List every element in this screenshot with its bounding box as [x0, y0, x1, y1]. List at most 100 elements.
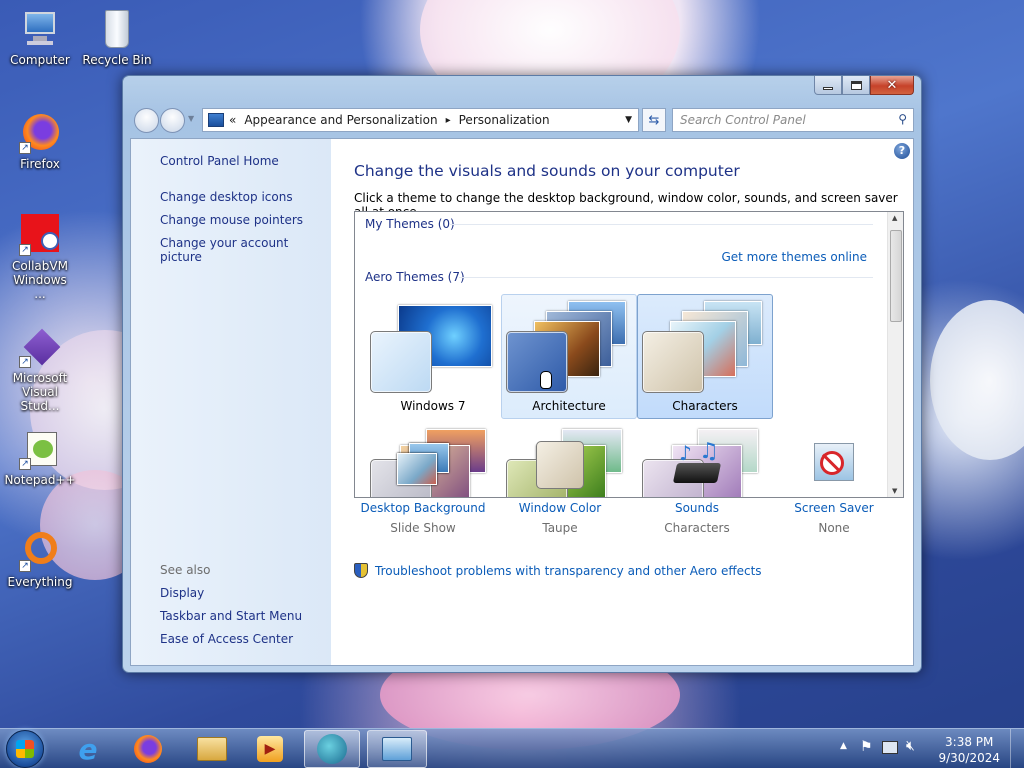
see-also-header: See also	[160, 563, 211, 577]
refresh-button[interactable]: ⇆	[642, 108, 666, 132]
shortcut-arrow-icon: ↗	[19, 356, 31, 368]
main-pane: ? Change the visuals and sounds on your …	[331, 139, 913, 665]
visual-studio-icon: ↗	[19, 326, 61, 368]
aero-themes-header[interactable]: Aero Themes (7)	[365, 270, 465, 284]
desktop-icon-everything[interactable]: ↗ Everything	[0, 530, 80, 589]
window-color-option[interactable]: Window Color Taupe	[490, 441, 630, 535]
option-label[interactable]: Sounds	[627, 501, 767, 515]
desktop-icon-label: Recycle Bin	[82, 53, 152, 67]
navigation-bar: ▼ « Appearance and Personalization ▸ Per…	[131, 106, 914, 134]
show-desktop-button[interactable]	[1010, 729, 1024, 768]
shortcut-arrow-icon: ↗	[19, 142, 31, 154]
minimize-button[interactable]	[814, 76, 842, 95]
troubleshoot-label[interactable]: Troubleshoot problems with transparency …	[375, 564, 762, 578]
scroll-up-icon[interactable]: ▲	[892, 214, 897, 222]
window-content: Control Panel Home Change desktop icons …	[130, 138, 914, 666]
display-link[interactable]: Display	[160, 586, 204, 600]
address-bar[interactable]: « Appearance and Personalization ▸ Perso…	[202, 108, 639, 132]
breadcrumb-appearance[interactable]: Appearance and Personalization	[244, 113, 437, 127]
taskbar-internet-explorer[interactable]: e	[60, 730, 116, 768]
sounds-option[interactable]: ♪ ♫ Sounds Characters	[627, 439, 767, 535]
option-label[interactable]: Desktop Background	[353, 501, 493, 515]
desktop-background-option[interactable]: Desktop Background Slide Show	[353, 441, 493, 535]
option-label[interactable]: Screen Saver	[764, 501, 904, 515]
search-placeholder: Search Control Panel	[680, 113, 806, 127]
taskbar-control-panel[interactable]	[367, 730, 427, 768]
recent-pages-dropdown[interactable]: ▼	[188, 114, 194, 123]
personalization-window: ✕ ▼ « Appearance and Personalization ▸ P…	[122, 75, 922, 673]
scrollbar-thumb[interactable]	[890, 230, 902, 322]
back-button[interactable]	[134, 108, 159, 133]
desktop-icon-notepadpp[interactable]: ↗ Notepad++	[0, 428, 80, 487]
window-color-icon	[534, 441, 586, 493]
breadcrumb-separator[interactable]: ▸	[446, 115, 451, 126]
maximize-button[interactable]	[842, 76, 870, 95]
clock-date: 9/30/2024	[938, 751, 1000, 765]
desktop-icon-visual-studio[interactable]: ↗ Microsoft Visual Stud...	[0, 326, 80, 413]
collabvm-icon: ↗	[19, 214, 61, 256]
media-player-icon: ▶	[257, 736, 283, 762]
desktop-icon-label: Notepad++	[4, 473, 76, 487]
troubleshoot-link[interactable]: Troubleshoot problems with transparency …	[354, 563, 762, 578]
option-label[interactable]: Window Color	[490, 501, 630, 515]
everything-icon: ↗	[19, 530, 61, 572]
taskbar: e ▶ ▲ ⚑ 🔇︎ 3:38 PM 9/30/2024	[0, 728, 1024, 768]
shield-icon	[354, 563, 368, 578]
shortcut-arrow-icon: ↗	[19, 560, 31, 572]
desktop-icon-computer[interactable]: Computer	[0, 8, 80, 67]
change-account-picture-link[interactable]: Change your account picture	[160, 236, 331, 264]
get-more-themes-link[interactable]: Get more themes online	[721, 250, 867, 264]
search-input[interactable]: Search Control Panel ⚲	[672, 108, 914, 132]
option-value: Slide Show	[390, 521, 456, 535]
volume-muted-icon[interactable]: 🔇︎	[906, 738, 915, 754]
task-pane: Control Panel Home Change desktop icons …	[131, 139, 331, 665]
theme-name: Windows 7	[400, 399, 466, 413]
refresh-icon: ⇆	[648, 112, 660, 128]
taskbar-collabvm[interactable]	[304, 730, 360, 768]
close-button[interactable]: ✕	[870, 76, 914, 95]
theme-color-swatch	[370, 331, 432, 393]
theme-color-swatch	[506, 331, 568, 393]
theme-windows-7[interactable]: Windows 7	[365, 294, 501, 419]
my-themes-header[interactable]: My Themes (0)	[365, 217, 455, 231]
desktop-icon-firefox[interactable]: ↗ Firefox	[0, 112, 80, 171]
taskbar-file-explorer[interactable]	[184, 730, 240, 768]
address-dropdown-icon[interactable]: ▼	[625, 115, 632, 125]
system-clock[interactable]: 3:38 PM 9/30/2024	[938, 734, 1000, 766]
network-icon[interactable]	[882, 741, 898, 754]
taskbar-firefox[interactable]	[120, 730, 176, 768]
change-mouse-pointers-link[interactable]: Change mouse pointers	[160, 213, 303, 227]
desktop-icon-label: Firefox	[20, 157, 60, 171]
theme-characters[interactable]: Characters	[637, 294, 773, 419]
option-value: None	[818, 521, 850, 535]
desktop-icon-label: CollabVM Windows ...	[12, 259, 68, 301]
control-panel-home-link[interactable]: Control Panel Home	[160, 154, 279, 168]
shortcut-arrow-icon: ↗	[19, 458, 31, 470]
taskbar-media-player[interactable]: ▶	[242, 730, 298, 768]
theme-architecture[interactable]: Architecture	[501, 294, 637, 419]
file-explorer-icon	[197, 737, 227, 761]
caption-buttons: ✕	[814, 76, 914, 95]
screen-saver-option[interactable]: Screen Saver None	[764, 441, 904, 535]
minimize-icon	[823, 86, 833, 90]
desktop-icon-label: Everything	[7, 575, 73, 589]
action-center-flag-icon[interactable]: ⚑	[860, 739, 873, 755]
theme-color-swatch	[642, 331, 704, 393]
close-icon: ✕	[886, 77, 898, 93]
show-hidden-icons-icon[interactable]: ▲	[840, 741, 847, 751]
desktop-icon-recycle-bin[interactable]: Recycle Bin	[77, 8, 157, 67]
change-desktop-icons-link[interactable]: Change desktop icons	[160, 190, 293, 204]
ease-of-access-link[interactable]: Ease of Access Center	[160, 632, 293, 646]
desktop-icon-collabvm[interactable]: ↗ CollabVM Windows ...	[0, 214, 80, 301]
firefox-icon: ↗	[19, 112, 61, 154]
breadcrumb-personalization[interactable]: Personalization	[459, 113, 550, 127]
option-value: Characters	[664, 521, 730, 535]
collabvm-icon	[317, 734, 347, 764]
breadcrumb-overflow[interactable]: «	[229, 113, 236, 127]
help-icon[interactable]: ?	[894, 143, 910, 159]
start-button[interactable]	[6, 730, 44, 768]
forward-button[interactable]	[160, 108, 185, 133]
control-panel-icon	[382, 737, 412, 761]
taskbar-start-menu-link[interactable]: Taskbar and Start Menu	[160, 609, 302, 623]
desktop-background-icon	[397, 441, 449, 493]
